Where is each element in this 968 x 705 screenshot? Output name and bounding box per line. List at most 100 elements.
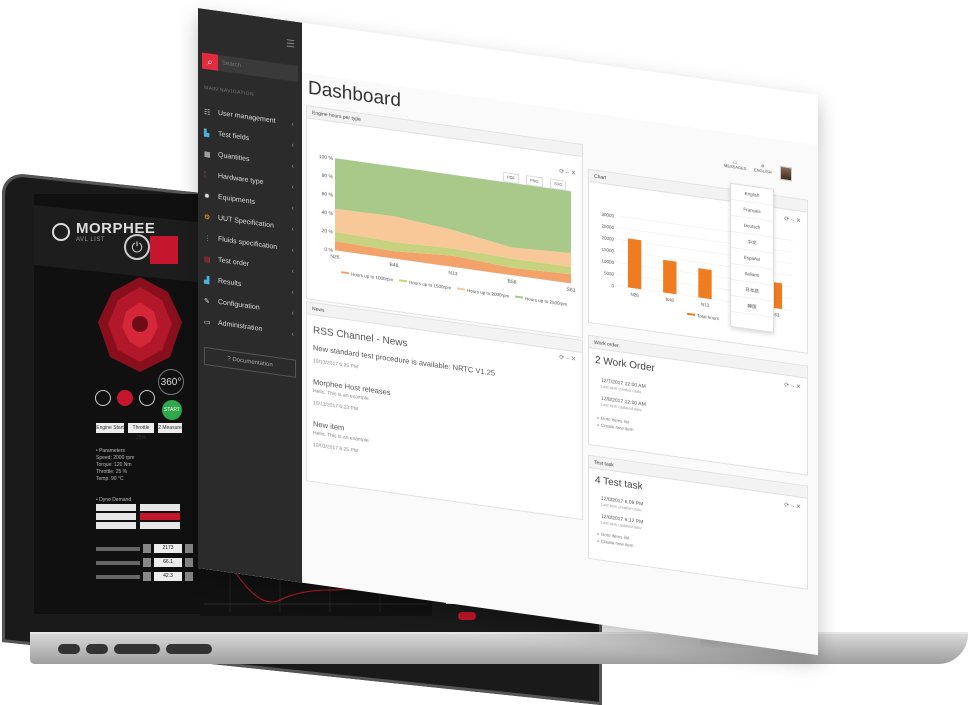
dyno-cell[interactable] xyxy=(140,513,180,520)
x-tick-label: N26 xyxy=(630,292,639,298)
news-item[interactable]: Morphee Host releases Hello. This is an … xyxy=(313,377,391,417)
y-tick-label: 5000 xyxy=(604,270,614,276)
dyno-cell[interactable] xyxy=(96,522,136,529)
power-control-icon[interactable] xyxy=(95,390,111,406)
documentation-button[interactable]: ? Documentation xyxy=(204,346,296,378)
chevron-left-icon: ‹ xyxy=(291,203,294,213)
plus-button[interactable] xyxy=(185,572,193,581)
chart-icon: ▙ xyxy=(204,129,210,138)
sidebar-item-label: Hardware type xyxy=(218,172,264,187)
param-value[interactable]: 42.3 xyxy=(154,572,182,581)
news-panel: News ⟳ – ✕ RSS Channel - News New standa… xyxy=(306,301,583,521)
results-icon: ▟ xyxy=(204,276,210,285)
sidebar: ☰ ⌕ MAIN NAVIGATION ☷ User management ‹ ▙ T… xyxy=(198,8,302,583)
order-icon: ▤ xyxy=(204,255,211,264)
laptop-ports xyxy=(58,644,212,654)
legend-swatch xyxy=(515,295,523,299)
port xyxy=(58,644,80,654)
dyno-demand-grid xyxy=(96,504,180,531)
x-tick-label: N13 xyxy=(701,302,710,308)
panel-tools[interactable]: ⟳ – ✕ xyxy=(784,381,801,390)
legend-label: Hours up to 1000rpm xyxy=(351,272,393,283)
users-icon: ☷ xyxy=(204,108,211,117)
y-tick-label: 20000 xyxy=(601,235,614,242)
chart-panel: Chart ⟳ – ✕ 0 5000 10000 15000 20000 25000 300… xyxy=(588,168,808,354)
dyno-cell[interactable] xyxy=(140,504,180,511)
plus-button[interactable] xyxy=(185,558,193,567)
x-tick-label: B58 xyxy=(508,279,517,286)
y-tick-label: 10000 xyxy=(601,258,614,265)
chevron-left-icon: ‹ xyxy=(291,119,294,129)
port xyxy=(86,644,108,654)
y-tick-label: 60 % xyxy=(322,191,334,199)
param-value[interactable]: 2173 xyxy=(154,544,182,553)
panel-title: Work order xyxy=(594,339,619,350)
minus-button[interactable] xyxy=(143,544,151,553)
legend-swatch xyxy=(341,271,349,275)
language-button[interactable]: ⚙ ENGLISH xyxy=(754,162,772,174)
y-tick-label: 0 xyxy=(611,283,614,288)
panel-tools[interactable]: ⟳ – ✕ xyxy=(784,501,801,510)
engine-start-pill[interactable]: Engine Start xyxy=(96,423,124,433)
x-tick-label: B48 xyxy=(666,297,674,303)
sidebar-item-label: Test order xyxy=(218,256,250,269)
news-item[interactable]: New item Hello. This is an example 10/03… xyxy=(313,419,369,456)
dyno-cell[interactable] xyxy=(140,522,180,529)
chevron-left-icon: ‹ xyxy=(291,224,294,234)
y-tick-label: 15000 xyxy=(601,247,614,254)
start-button[interactable]: START xyxy=(162,400,182,420)
minus-button[interactable] xyxy=(143,558,151,567)
search-icon[interactable]: ⌕ xyxy=(202,52,218,71)
logo-text: MORPHEE xyxy=(76,220,156,237)
language-label: ENGLISH xyxy=(754,167,772,175)
sidebar-search: ⌕ xyxy=(202,52,298,83)
chevron-left-icon: ‹ xyxy=(291,266,294,276)
legend-label: Hours up to 1500rpm xyxy=(409,280,451,291)
cogs-icon: ⚙ xyxy=(204,213,211,222)
sidebar-item-label: Equipments xyxy=(218,193,255,207)
throttle-pill[interactable]: Throttle 25% xyxy=(128,423,154,441)
param-value[interactable]: 66.1 xyxy=(154,558,182,567)
sidebar-item-label: Administration xyxy=(218,319,263,334)
panel-title: Test task xyxy=(594,459,614,469)
dashboard-window: ☰ ⌕ MAIN NAVIGATION ☷ User management ‹ ▙ T… xyxy=(198,8,818,656)
chevron-left-icon: ‹ xyxy=(291,308,294,318)
x-tick-label: S63 xyxy=(567,287,576,294)
panel-tools[interactable]: ⟳ – ✕ xyxy=(559,354,576,363)
x-tick-label: N13 xyxy=(448,270,457,277)
legend-label: Hours up to 2500rpm xyxy=(525,296,567,307)
engine-mode-button[interactable] xyxy=(150,236,178,264)
work-order-panel: Work order ⟳ – ✕ 2 Work Order 12/7/2017 … xyxy=(588,334,808,476)
rotate-360-button[interactable]: 360° xyxy=(158,369,184,395)
dyno-cell[interactable] xyxy=(96,504,136,511)
chevron-left-icon: ‹ xyxy=(291,182,294,192)
hardware-icon: ¦ xyxy=(204,170,206,179)
engine-control-icon[interactable] xyxy=(117,390,133,406)
main-navigation-label: MAIN NAVIGATION xyxy=(204,84,254,98)
sidebar-item-label: Quantities xyxy=(218,151,250,164)
parameters-title: • Parameters xyxy=(96,448,125,454)
dyno-cell[interactable] xyxy=(96,513,136,520)
monitor-icon: ▭ xyxy=(204,318,211,327)
bar xyxy=(698,268,712,300)
steering-wheel-icon xyxy=(52,222,70,241)
throttle-control-icon[interactable] xyxy=(139,390,155,406)
x-tick-label: B48 xyxy=(390,262,399,269)
parameter-line: Temp: 90 °C xyxy=(96,476,124,482)
laptop-controls xyxy=(95,390,155,406)
panel-title: Chart xyxy=(594,173,607,182)
hamburger-icon[interactable]: ☰ xyxy=(286,38,295,50)
search-input[interactable] xyxy=(218,59,294,77)
language-dropdown: English Français Deutsch 中文 Español Ital… xyxy=(730,182,774,333)
power-icon[interactable]: ⏻ xyxy=(124,234,150,260)
sidebar-item-label: Test fields xyxy=(218,130,250,143)
bar xyxy=(663,259,677,295)
gear-icon: ✹ xyxy=(204,192,210,201)
minus-button[interactable] xyxy=(143,572,151,581)
engine-hours-panel: Engine hours per type ⟳ – ✕ PDF PNG SVG … xyxy=(306,105,583,339)
messages-button[interactable]: ▢ MESSAGES xyxy=(724,158,746,171)
plus-button[interactable] xyxy=(185,544,193,553)
avatar[interactable] xyxy=(780,165,792,182)
measure-pill[interactable]: 2 Measure xyxy=(158,423,182,433)
laptop-parameters: 2173 66.1 42.3 xyxy=(96,544,193,586)
